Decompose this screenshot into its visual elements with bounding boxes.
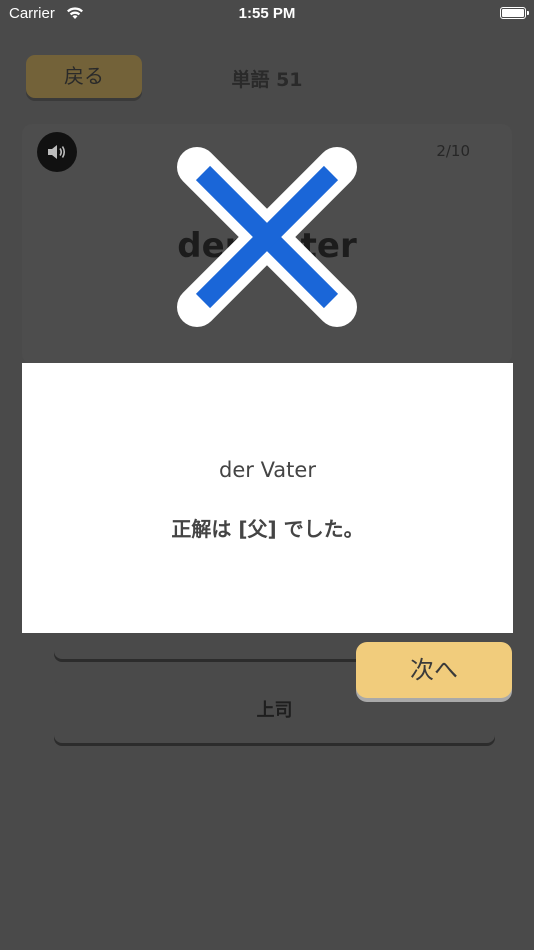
- speaker-icon[interactable]: [37, 132, 77, 172]
- page-title: 単語 51: [231, 69, 303, 91]
- status-bar: Carrier 1:55 PM: [0, 0, 534, 28]
- next-button[interactable]: 次へ: [356, 642, 512, 698]
- result-word: der Vater: [219, 458, 316, 482]
- battery-icon: [500, 7, 529, 19]
- cross-icon: [175, 145, 359, 329]
- back-button[interactable]: 戻る: [26, 55, 142, 98]
- clock: 1:55 PM: [238, 5, 296, 22]
- result-message: 正解は [父] でした。: [171, 517, 364, 541]
- progress-counter: 2/10: [436, 142, 470, 160]
- result-panel: der Vater 正解は [父] でした。: [22, 363, 513, 633]
